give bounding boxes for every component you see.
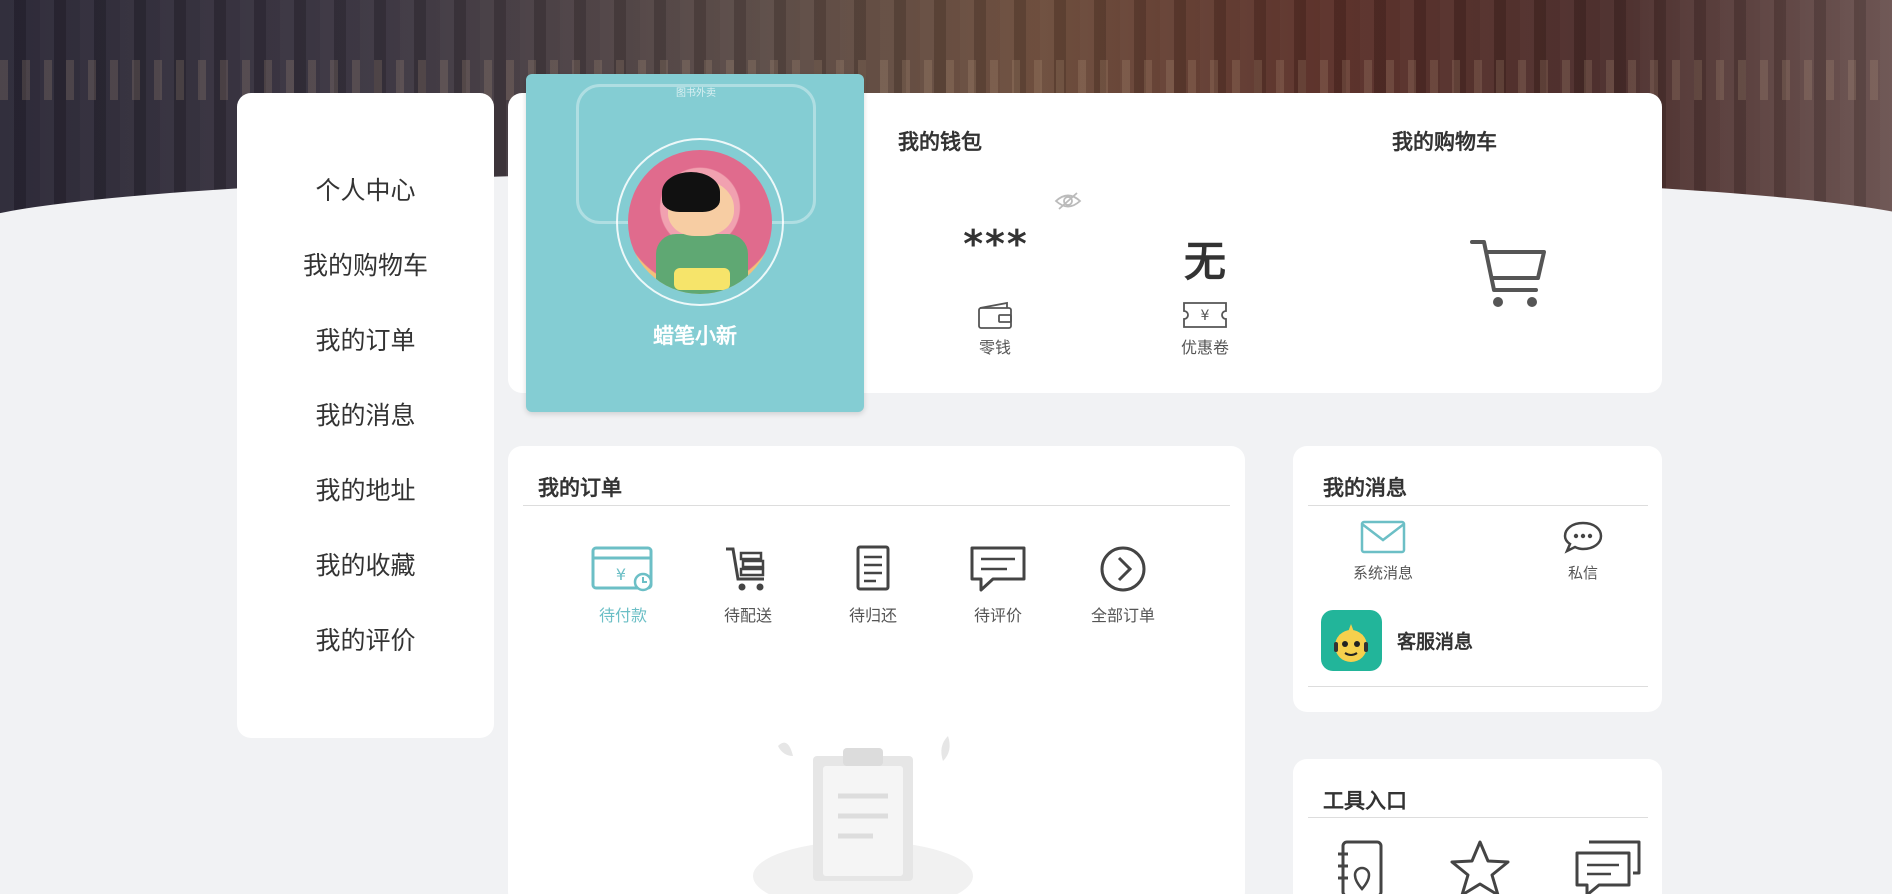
sidebar-menu: 个人中心 我的购物车 我的订单 我的消息 我的地址 我的收藏 我的评价 (237, 93, 494, 678)
cart-delivery-icon (726, 547, 765, 591)
sidebar-item-personal-center[interactable]: 个人中心 (237, 153, 494, 228)
tab-private-messages[interactable]: 私信 (1533, 520, 1633, 583)
wallet-icon[interactable] (977, 300, 1013, 330)
customer-service-messages[interactable]: 客服消息 (1321, 610, 1473, 671)
avatar-image (628, 150, 772, 294)
tab-label: 私信 (1567, 564, 1598, 582)
balance-value: *** (963, 222, 1029, 266)
cart-icon[interactable] (1470, 234, 1548, 312)
tab-label: 全部订单 (1090, 606, 1155, 625)
tab-pending-payment[interactable]: ¥ 待付款 (573, 542, 673, 626)
avatar[interactable] (616, 138, 784, 306)
profile-card: 图书外卖 蜡笔小新 (526, 74, 864, 412)
sidebar-item-messages[interactable]: 我的消息 (237, 378, 494, 453)
tab-all-orders[interactable]: 全部订单 (1073, 542, 1173, 626)
tools-title: 工具入口 (1323, 789, 1407, 813)
sidebar-item-reviews[interactable]: 我的评价 (237, 603, 494, 678)
customer-service-avatar (1321, 610, 1382, 671)
return-book-icon (856, 545, 890, 591)
sidebar-item-address[interactable]: 我的地址 (237, 453, 494, 528)
comments-icon[interactable] (1573, 839, 1643, 894)
watermark-text: 图书外卖 (676, 88, 716, 99)
sidebar: 个人中心 我的购物车 我的订单 我的消息 我的地址 我的收藏 我的评价 (237, 93, 494, 738)
tool-shortcuts (1333, 839, 1643, 894)
tools-panel: 工具入口 (1293, 759, 1662, 894)
sidebar-item-cart[interactable]: 我的购物车 (237, 228, 494, 303)
sidebar-item-orders[interactable]: 我的订单 (237, 303, 494, 378)
svg-text:¥: ¥ (1201, 308, 1210, 324)
tools-divider (1308, 817, 1648, 818)
order-status-tabs: ¥ 待付款 待配送 待归还 待评价 全部订单 (573, 542, 1173, 626)
messages-panel: 我的消息 系统消息 私信 客服消息 (1293, 446, 1662, 712)
orders-title: 我的订单 (538, 476, 622, 500)
tab-label: 待评价 (973, 606, 1022, 625)
tab-pending-review[interactable]: 待评价 (948, 542, 1048, 626)
orders-divider (523, 505, 1230, 506)
tab-system-messages[interactable]: 系统消息 (1333, 520, 1433, 583)
pending-payment-icon: ¥ (591, 546, 653, 592)
mail-icon (1360, 520, 1406, 554)
tab-label: 系统消息 (1352, 564, 1413, 582)
wallet-title: 我的钱包 (898, 130, 982, 154)
comment-icon (970, 546, 1026, 592)
hide-eye-icon[interactable] (1054, 190, 1082, 212)
star-icon[interactable] (1449, 839, 1511, 894)
coupon-label[interactable]: 优惠卷 (1145, 334, 1265, 358)
chat-bubble-icon (1563, 521, 1603, 554)
tab-label: 待付款 (598, 606, 647, 625)
customer-service-label: 客服消息 (1397, 631, 1474, 653)
coupon-icon[interactable]: ¥ (1182, 300, 1228, 330)
messages-title: 我的消息 (1323, 476, 1407, 500)
username: 蜡笔小新 (653, 324, 737, 348)
tab-pending-return[interactable]: 待归还 (823, 542, 923, 626)
cart-title: 我的购物车 (1392, 130, 1497, 154)
empty-orders-illustration (753, 736, 973, 894)
orders-panel: 我的订单 ¥ 待付款 待配送 待归还 待评价 全部订单 (508, 446, 1245, 894)
arrow-circle-icon (1100, 546, 1146, 592)
tab-label: 待配送 (723, 606, 772, 625)
coupon-value: 无 (1183, 237, 1226, 286)
balance-label[interactable]: 零钱 (935, 334, 1055, 358)
svg-text:¥: ¥ (616, 565, 626, 584)
message-type-tabs: 系统消息 私信 (1333, 520, 1633, 583)
tab-label: 待归还 (848, 606, 897, 625)
service-divider (1308, 686, 1648, 687)
messages-divider (1308, 505, 1648, 506)
sidebar-item-favorites[interactable]: 我的收藏 (237, 528, 494, 603)
tab-pending-delivery[interactable]: 待配送 (698, 542, 798, 626)
address-book-icon[interactable] (1333, 839, 1387, 894)
